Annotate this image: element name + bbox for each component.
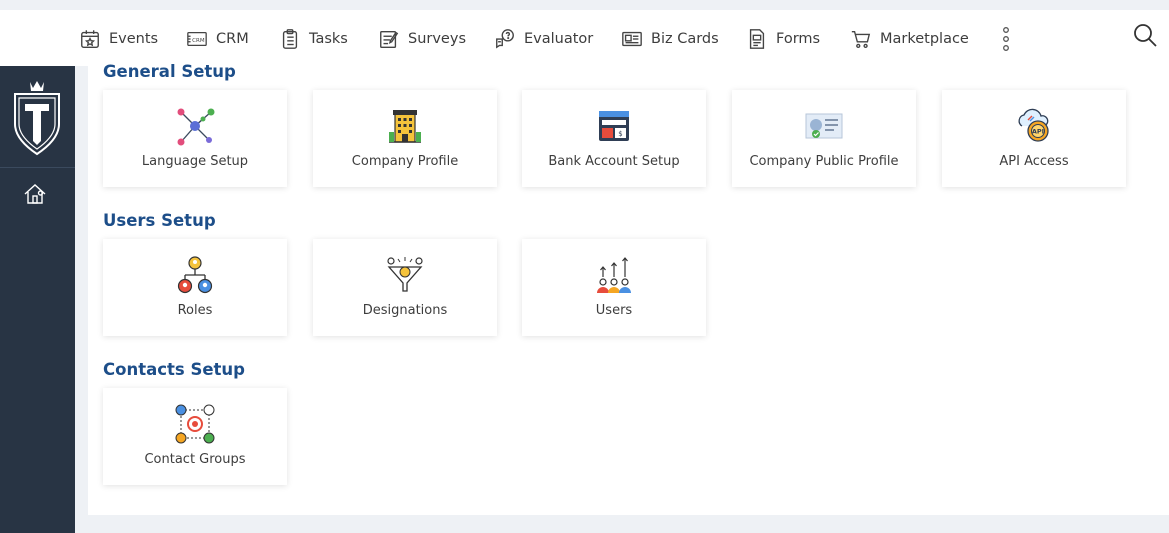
section-title-users-setup: Users Setup [103, 211, 216, 230]
office-building-icon [389, 110, 421, 143]
nav-label: CRM [216, 31, 249, 47]
svg-text:$: $ [618, 130, 622, 138]
brand-logo[interactable] [10, 76, 64, 158]
roles-hierarchy-icon [177, 256, 213, 294]
svg-text:CRM: CRM [192, 38, 205, 44]
card-label: Roles [177, 303, 213, 318]
card-label: Company Profile [351, 154, 459, 169]
sidebar-divider [0, 167, 75, 168]
cart-icon [851, 30, 871, 49]
nav-label: Forms [776, 31, 821, 47]
nav-item-evaluator[interactable]: Evaluator [494, 24, 593, 54]
main-content: General Setup Language Setup Company Pro… [88, 62, 1169, 515]
nav-item-tasks[interactable]: Tasks [279, 24, 348, 54]
api-gear-icon: API [1018, 108, 1049, 142]
card-label: Company Public Profile [749, 154, 899, 169]
nav-label: Tasks [309, 31, 348, 47]
card-designations[interactable]: Designations [313, 239, 497, 336]
card-label: API Access [999, 154, 1069, 169]
card-company-public-profile[interactable]: Company Public Profile [732, 90, 916, 187]
public-profile-icon [805, 113, 843, 139]
question-chat-icon [496, 29, 514, 49]
nav-label: Evaluator [524, 31, 594, 47]
calendar-star-icon [81, 30, 99, 48]
top-strip [0, 0, 1169, 10]
card-api-access[interactable]: API API Access [942, 90, 1126, 187]
card-contact-groups[interactable]: Contact Groups [103, 388, 287, 485]
home-icon[interactable] [23, 183, 47, 205]
nav-item-surveys[interactable]: Surveys [378, 24, 466, 54]
more-vertical-icon[interactable] [996, 26, 1016, 52]
search-icon[interactable] [1132, 22, 1158, 48]
card-language-setup[interactable]: Language Setup [103, 90, 287, 187]
card-label: Users [595, 303, 633, 318]
nav-label: Surveys [408, 31, 466, 47]
network-nodes-icon [177, 108, 215, 146]
card-label: Bank Account Setup [548, 154, 680, 169]
contact-groups-icon [175, 404, 215, 444]
nav-label: Marketplace [880, 31, 969, 47]
section-title-contacts-setup: Contacts Setup [103, 360, 245, 379]
survey-icon [380, 30, 399, 48]
section-title-general-setup: General Setup [103, 62, 236, 81]
card-users[interactable]: Users [522, 239, 706, 336]
card-label: Language Setup [141, 154, 249, 169]
clipboard-list-icon [282, 29, 298, 49]
top-navigation-bar: Events CRM CRM Tasks Surveys Evaluator B… [0, 10, 1169, 66]
nav-item-marketplace[interactable]: Marketplace [850, 24, 969, 54]
nav-label: Biz Cards [651, 31, 719, 47]
crm-icon: CRM [187, 31, 207, 47]
users-group-icon [597, 257, 631, 293]
nav-item-events[interactable]: Events [79, 24, 158, 54]
svg-text:API: API [1032, 128, 1044, 136]
nav-item-biz-cards[interactable]: Biz Cards [621, 24, 719, 54]
nav-item-crm[interactable]: CRM CRM [186, 24, 249, 54]
id-card-icon [622, 31, 642, 47]
bank-account-icon: $ [599, 111, 629, 141]
card-label: Contact Groups [144, 452, 246, 467]
designations-funnel-icon [387, 257, 423, 292]
form-icon [749, 29, 765, 49]
card-label: Designations [362, 303, 448, 318]
card-bank-account-setup[interactable]: $ Bank Account Setup [522, 90, 706, 187]
card-roles[interactable]: Roles [103, 239, 287, 336]
card-company-profile[interactable]: Company Profile [313, 90, 497, 187]
nav-label: Events [109, 31, 159, 47]
nav-item-forms[interactable]: Forms [746, 24, 820, 54]
sidebar [0, 66, 75, 533]
